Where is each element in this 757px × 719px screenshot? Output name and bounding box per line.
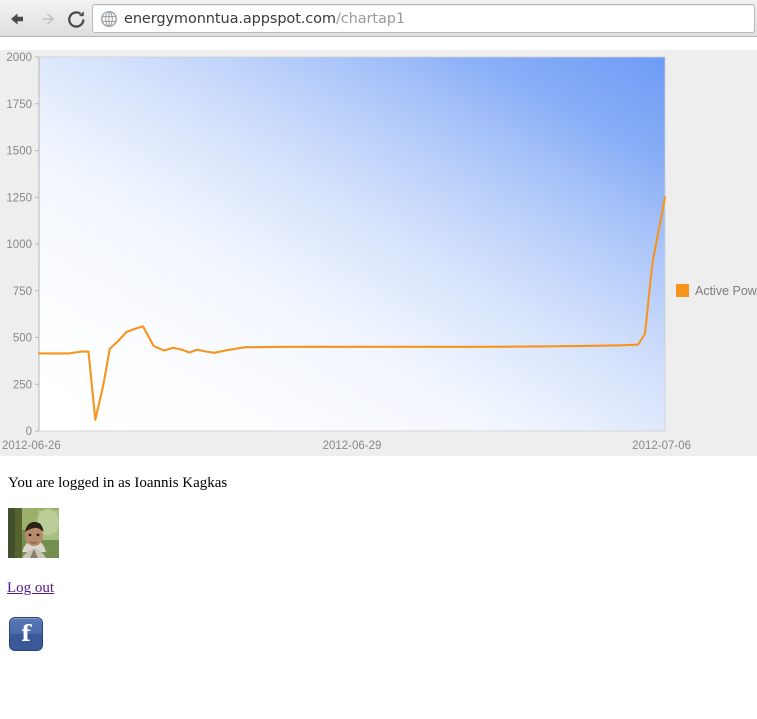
forward-arrow-icon: [42, 13, 55, 25]
avatar: [8, 508, 59, 558]
url-domain: energymonntua.appspot.com: [124, 10, 336, 27]
url-bar[interactable]: energymonntua.appspot.com/chartap1: [92, 4, 755, 33]
forward-button[interactable]: [33, 4, 63, 34]
plot-background-highlight: [39, 57, 665, 431]
url-text: energymonntua.appspot.com/chartap1: [124, 11, 405, 27]
back-arrow-icon: [11, 13, 23, 25]
y-tick-label: 1750: [6, 99, 32, 111]
y-tick-label: 750: [13, 286, 32, 298]
url-path: /chartap1: [335, 10, 405, 27]
y-tick-label: 2000: [6, 52, 32, 64]
avatar-image: [8, 508, 59, 558]
y-tick-label: 0: [26, 426, 32, 438]
facebook-icon: f: [21, 620, 31, 647]
y-tick-label: 250: [13, 379, 32, 391]
y-tick-label: 1000: [6, 239, 32, 251]
y-tick-label: 500: [13, 333, 32, 345]
reload-button[interactable]: [61, 4, 91, 34]
x-axis: 2012-06-26 2012-06-29 2012-07-06: [2, 440, 691, 452]
chart-legend: Active Power: [676, 284, 757, 298]
login-status-text: You are logged in as Ioannis Kagkas: [8, 475, 228, 491]
legend-label-active-power: Active Power: [695, 284, 757, 298]
page-content: You are logged in as Ioannis Kagkas Log …: [0, 456, 757, 719]
active-power-chart: 0 250 500 750 1000 1250 1500 1750 2000 2012-06-2…: [2, 52, 757, 452]
x-tick-label: 2012-07-06: [632, 440, 691, 452]
x-tick-label: 2012-06-26: [2, 440, 61, 452]
browser-toolbar: energymonntua.appspot.com/chartap1: [0, 0, 757, 37]
globe-icon: [101, 10, 117, 27]
y-tick-label: 1250: [6, 192, 32, 204]
facebook-share-button[interactable]: f: [9, 617, 43, 651]
logout-link[interactable]: Log out: [7, 580, 54, 597]
chart-container: 0 250 500 750 1000 1250 1500 1750 2000 2012-06-2…: [0, 50, 757, 456]
y-axis: 0 250 500 750 1000 1250 1500 1750 2000: [6, 52, 40, 438]
reload-icon: [67, 10, 85, 28]
back-button[interactable]: [2, 4, 32, 34]
y-tick-label: 1500: [6, 146, 32, 158]
x-tick-label: 2012-06-29: [323, 440, 382, 452]
legend-swatch-active-power: [676, 284, 689, 297]
